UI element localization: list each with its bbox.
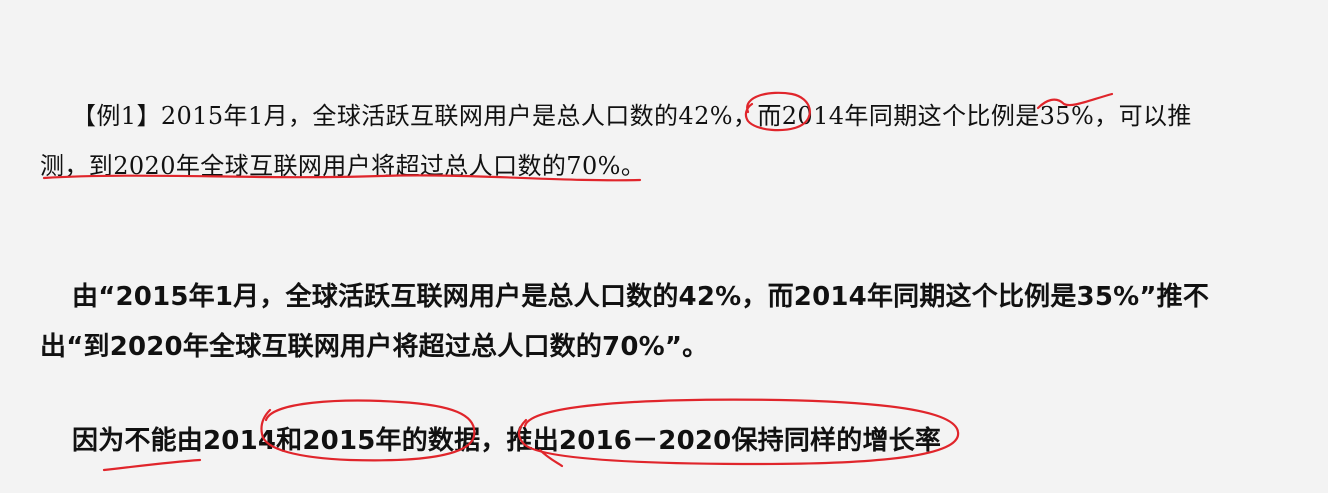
analysis-text-line-2: 出“到2020年全球互联网用户将超过总人口数的70%”。 xyxy=(40,332,709,362)
analysis-text-line-1: 由“2015年1月，全球活跃互联网用户是总人口数的42%，而2014年同期这个比… xyxy=(72,282,1210,312)
underline-cannot xyxy=(102,458,202,472)
example-text-line-1: 【例1】2015年1月，全球活跃互联网用户是总人口数的42%，而2014年同期这… xyxy=(72,102,1192,130)
conclusion-text: 因为不能由2014和2015年的数据，推出2016－2020保持同样的增长率 xyxy=(72,426,942,456)
slide: 【例1】2015年1月，全球活跃互联网用户是总人口数的42%，而2014年同期这… xyxy=(0,0,1328,493)
example-text-line-2: 测，到2020年全球互联网用户将超过总人口数的70%。 xyxy=(40,152,646,180)
